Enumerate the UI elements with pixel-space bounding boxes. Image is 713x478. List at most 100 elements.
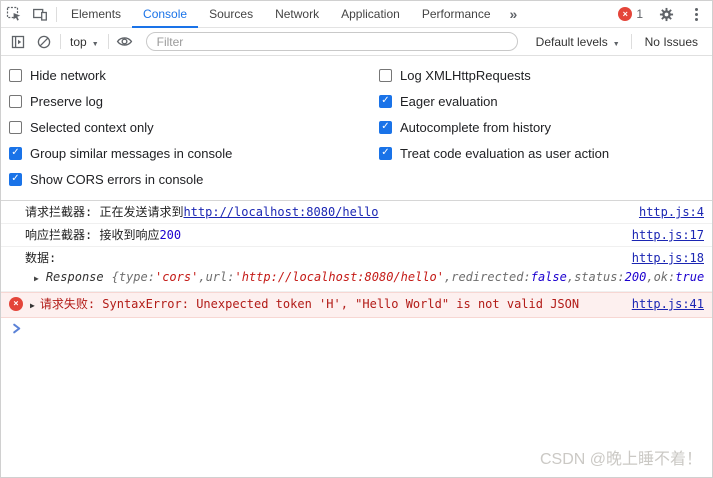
preview-token: url: <box>206 269 235 285</box>
checkbox-label: Preserve log <box>30 94 103 109</box>
clear-console-icon[interactable] <box>31 29 57 55</box>
preview-token: type: <box>119 269 155 285</box>
preview-token: 'http://localhost:8080/hello' <box>234 269 444 285</box>
settings-right-column: Log XMLHttpRequests Eager evaluation Aut… <box>379 62 712 192</box>
status-number: 200 <box>159 227 181 243</box>
checkbox-label: Log XMLHttpRequests <box>400 68 531 83</box>
log-text: 响应拦截器: 接收到响应 <box>25 227 159 243</box>
checkbox-box[interactable] <box>9 121 22 134</box>
live-expression-eye-icon[interactable] <box>112 29 138 55</box>
checkbox-autocomplete-history[interactable]: Autocomplete from history <box>379 114 712 140</box>
checkbox-box[interactable] <box>9 173 22 186</box>
checkbox-eager-evaluation[interactable]: Eager evaluation <box>379 88 712 114</box>
source-link[interactable]: http.js:17 <box>618 227 704 243</box>
checkbox-label: Show CORS errors in console <box>30 172 203 187</box>
object-name: Response <box>46 269 104 285</box>
checkbox-log-xmlhttprequests[interactable]: Log XMLHttpRequests <box>379 62 712 88</box>
context-selector[interactable]: top <box>64 35 105 49</box>
issues-counter[interactable]: No Issues <box>635 35 708 49</box>
checkbox-label: Eager evaluation <box>400 94 498 109</box>
source-link[interactable]: http.js:4 <box>625 204 704 220</box>
preview-token: redirected: <box>451 269 530 285</box>
divider <box>108 34 109 49</box>
devtools-window: Elements Console Sources Network Applica… <box>0 0 713 478</box>
divider <box>631 34 632 49</box>
preview-token: , <box>646 269 653 285</box>
error-text: 请求失败: SyntaxError: Unexpected token 'H',… <box>40 296 579 312</box>
console-toolbar: top Default levels No Issues <box>1 28 712 56</box>
checkbox-label: Hide network <box>30 68 106 83</box>
divider <box>60 34 61 49</box>
error-icon <box>9 297 23 311</box>
tab-performance[interactable]: Performance <box>411 1 502 28</box>
log-message-response-interceptor: 响应拦截器: 接收到响应 200 http.js:17 <box>1 224 712 247</box>
checkbox-show-cors-errors[interactable]: Show CORS errors in console <box>9 166 379 192</box>
log-text: 请求拦截器: 正在发送请求到 <box>25 204 183 220</box>
checkbox-box[interactable] <box>379 69 392 82</box>
settings-left-column: Hide network Preserve log Selected conte… <box>9 62 379 192</box>
expand-arrow-icon[interactable] <box>34 269 39 287</box>
checkbox-label: Autocomplete from history <box>400 120 551 135</box>
preview-token: { <box>112 269 119 285</box>
tab-sources[interactable]: Sources <box>198 1 264 28</box>
checkbox-selected-context-only[interactable]: Selected context only <box>9 114 379 140</box>
chevron-down-icon <box>613 35 620 49</box>
preview-token: false <box>531 269 567 285</box>
log-message-request-interceptor: 请求拦截器: 正在发送请求到 http://localhost:8080/hel… <box>1 201 712 224</box>
checkbox-box[interactable] <box>379 147 392 160</box>
log-levels-label: Default levels <box>536 35 608 49</box>
chevron-down-icon <box>92 35 99 49</box>
source-link[interactable]: http.js:41 <box>618 296 704 312</box>
console-prompt[interactable] <box>1 318 712 338</box>
preview-token: 200 <box>625 269 647 285</box>
tab-network[interactable]: Network <box>264 1 330 28</box>
more-tabs-icon[interactable]: » <box>502 6 526 22</box>
error-message-request-failed: 请求失败: SyntaxError: Unexpected token 'H',… <box>1 292 712 318</box>
checkbox-hide-network[interactable]: Hide network <box>9 62 379 88</box>
url-link[interactable]: http://localhost:8080/hello <box>183 204 378 220</box>
checkbox-box[interactable] <box>9 95 22 108</box>
tabbar-right: 1 <box>618 1 712 27</box>
checkbox-preserve-log[interactable]: Preserve log <box>9 88 379 114</box>
expand-arrow-icon[interactable] <box>30 296 35 314</box>
divider <box>56 7 57 22</box>
settings-gear-icon[interactable] <box>653 1 679 27</box>
tab-console[interactable]: Console <box>132 1 198 28</box>
console-settings-panel: Hide network Preserve log Selected conte… <box>1 56 712 201</box>
preview-token: true <box>675 269 704 285</box>
console-messages: 请求拦截器: 正在发送请求到 http://localhost:8080/hel… <box>1 201 712 338</box>
checkbox-box[interactable] <box>9 69 22 82</box>
preview-token: ok: <box>654 269 676 285</box>
device-toolbar-icon[interactable] <box>27 1 53 27</box>
checkbox-label: Treat code evaluation as user action <box>400 146 609 161</box>
context-selector-value: top <box>70 35 87 49</box>
preview-token: , <box>567 269 574 285</box>
tab-elements[interactable]: Elements <box>60 1 132 28</box>
checkbox-box[interactable] <box>9 147 22 160</box>
error-count: 1 <box>636 7 643 21</box>
kebab-menu-icon[interactable] <box>689 4 704 25</box>
prompt-chevron-icon <box>11 323 22 334</box>
checkbox-box[interactable] <box>379 121 392 134</box>
preview-token: 'cors' <box>155 269 198 285</box>
checkbox-group-similar[interactable]: Group similar messages in console <box>9 140 379 166</box>
preview-token: , <box>444 269 451 285</box>
checkbox-label: Selected context only <box>30 120 154 135</box>
checkbox-label: Group similar messages in console <box>30 146 232 161</box>
error-counter[interactable]: 1 <box>618 7 643 21</box>
preview-token: , <box>198 269 205 285</box>
filter-input[interactable] <box>146 32 518 51</box>
source-link[interactable]: http.js:18 <box>618 250 704 266</box>
devtools-tabbar: Elements Console Sources Network Applica… <box>1 1 712 28</box>
checkbox-box[interactable] <box>379 95 392 108</box>
log-message-data-object: 数据: http.js:18 Response { type: 'cors' ,… <box>1 247 712 292</box>
error-badge-icon <box>618 7 632 21</box>
preview-token: status: <box>574 269 625 285</box>
watermark: CSDN @晚上睡不着！ <box>540 445 702 469</box>
checkbox-treat-code-eval-user-action[interactable]: Treat code evaluation as user action <box>379 140 712 166</box>
console-sidebar-toggle-icon[interactable] <box>5 29 31 55</box>
log-levels-dropdown[interactable]: Default levels <box>528 35 628 49</box>
inspect-element-icon[interactable] <box>1 1 27 27</box>
tab-application[interactable]: Application <box>330 1 411 28</box>
log-text: 数据: <box>25 250 56 266</box>
